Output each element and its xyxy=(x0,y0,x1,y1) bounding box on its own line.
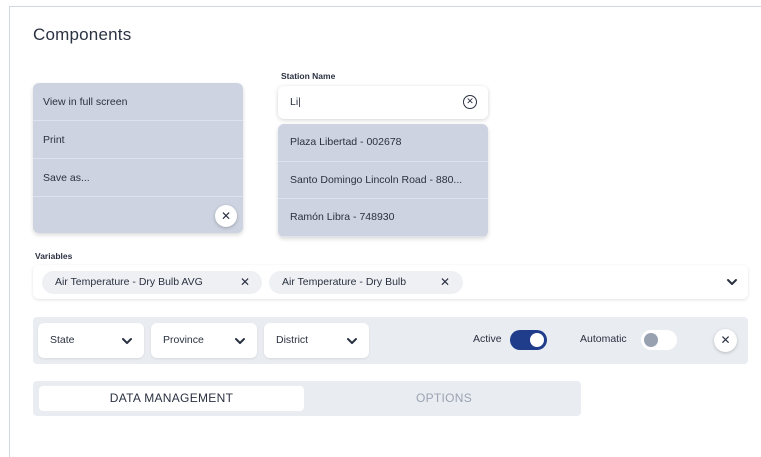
chevron-down-icon xyxy=(347,338,357,344)
tab-bar: DATA MANAGEMENT OPTIONS xyxy=(33,381,581,416)
variable-chip-label: Air Temperature - Dry Bulb AVG xyxy=(55,276,203,288)
close-icon[interactable]: ✕ xyxy=(714,329,737,352)
automatic-toggle[interactable] xyxy=(641,330,677,350)
menu-item-save-as[interactable]: Save as... xyxy=(33,159,243,197)
page-title: Components xyxy=(33,25,132,44)
province-select-label: Province xyxy=(163,334,204,346)
menu-item-print[interactable]: Print xyxy=(33,121,243,159)
close-icon[interactable]: ✕ xyxy=(215,205,237,227)
station-option[interactable]: Plaza Libertad - 002678 xyxy=(278,124,488,162)
active-toggle[interactable] xyxy=(510,330,547,350)
station-suggestions: Plaza Libertad - 002678 Santo Domingo Li… xyxy=(278,124,488,237)
toggle-knob xyxy=(530,333,544,347)
context-menu: View in full screen Print Save as... ✕ xyxy=(33,83,243,233)
filter-bar: State Province District Active Automatic… xyxy=(33,317,748,364)
station-name-input[interactable]: Li| ✕ xyxy=(278,86,488,119)
station-name-label: Station Name xyxy=(281,71,336,81)
tab-options[interactable]: OPTIONS xyxy=(312,386,576,411)
chevron-down-icon xyxy=(235,338,245,344)
active-toggle-label: Active xyxy=(473,333,502,345)
district-select[interactable]: District xyxy=(264,323,369,358)
variables-multiselect[interactable]: Air Temperature - Dry Bulb AVG ✕ Air Tem… xyxy=(33,265,748,299)
close-icon[interactable]: ✕ xyxy=(440,271,450,294)
variables-label: Variables xyxy=(35,251,73,261)
tab-data-management[interactable]: DATA MANAGEMENT xyxy=(39,386,304,411)
clear-circle-icon[interactable]: ✕ xyxy=(463,95,477,109)
variable-chip-label: Air Temperature - Dry Bulb xyxy=(282,276,407,288)
station-option[interactable]: Santo Domingo Lincoln Road - 880... xyxy=(278,162,488,200)
automatic-toggle-label: Automatic xyxy=(580,333,627,345)
chevron-down-icon xyxy=(122,338,132,344)
chevron-down-icon[interactable] xyxy=(725,275,739,289)
station-input-value[interactable]: Li| xyxy=(290,96,301,108)
state-select[interactable]: State xyxy=(38,323,144,358)
station-option[interactable]: Ramón Libra - 748930 xyxy=(278,199,488,237)
menu-item-full-screen[interactable]: View in full screen xyxy=(33,83,243,121)
variable-chip: Air Temperature - Dry Bulb ✕ xyxy=(269,271,463,294)
close-icon[interactable]: ✕ xyxy=(240,271,250,294)
district-select-label: District xyxy=(276,334,309,346)
state-select-label: State xyxy=(50,334,75,346)
variable-chip: Air Temperature - Dry Bulb AVG ✕ xyxy=(42,271,262,294)
toggle-knob xyxy=(644,333,658,347)
province-select[interactable]: Province xyxy=(151,323,257,358)
